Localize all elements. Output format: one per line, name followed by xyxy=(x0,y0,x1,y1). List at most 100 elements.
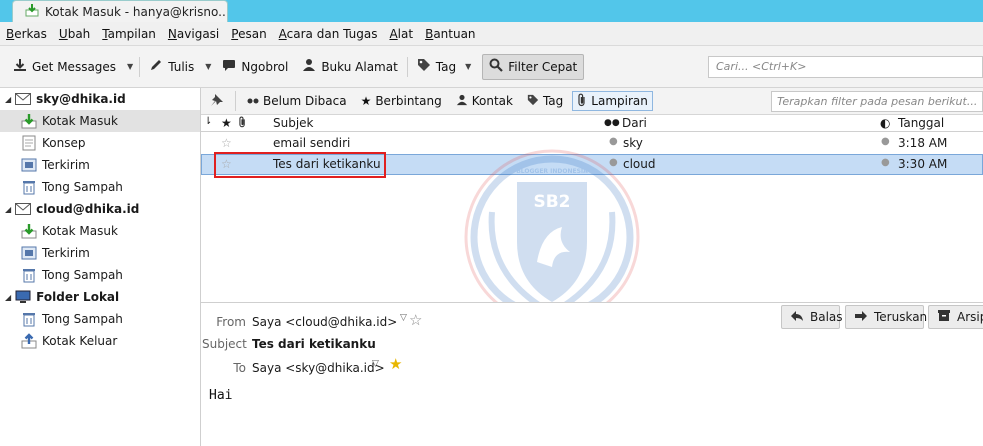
menu-message[interactable]: Pesan xyxy=(231,27,266,41)
thread-column-icon[interactable]: ⇂ xyxy=(204,116,212,127)
trash-icon xyxy=(21,267,37,283)
date-sort-icon[interactable]: ◐ xyxy=(880,116,890,130)
row-date: 3:18 AM xyxy=(898,136,948,150)
account-sky[interactable]: ◢ sky@dhika.id xyxy=(0,88,200,110)
subject-value: Tes dari ketikanku xyxy=(252,337,376,351)
attachment-filter-button[interactable]: Lampiran xyxy=(572,91,653,111)
tag-label: Tag xyxy=(435,59,457,74)
unread-filter-button[interactable]: Belum Dibaca xyxy=(242,91,352,111)
folder-drafts[interactable]: Konsep xyxy=(0,132,200,154)
attachment-column-icon[interactable] xyxy=(238,116,247,131)
star-column-icon[interactable]: ★ xyxy=(221,116,232,130)
quick-filter-input[interactable]: Terapkan filter pada pesan berikut... <C xyxy=(771,91,983,112)
from-value[interactable]: Saya <cloud@dhika.id> xyxy=(252,315,397,329)
filter-divider xyxy=(235,91,236,111)
draft-icon xyxy=(21,135,37,151)
star-filled-icon[interactable]: ★ xyxy=(389,355,402,373)
menu-tools[interactable]: Alat xyxy=(389,27,413,41)
folder-sent[interactable]: Terkirim xyxy=(0,154,200,176)
menu-go[interactable]: Navigasi xyxy=(168,27,219,41)
read-dot-icon[interactable]: ● xyxy=(609,136,618,147)
address-book-button[interactable]: Buku Alamat xyxy=(295,54,404,80)
folder-trash[interactable]: Tong Sampah xyxy=(0,176,200,198)
reply-label: Balas xyxy=(810,310,843,324)
collapse-icon[interactable]: ◢ xyxy=(5,205,11,214)
quick-filter-button[interactable]: Filter Cepat xyxy=(482,53,585,80)
sent-icon xyxy=(21,157,37,173)
folder-inbox[interactable]: Kotak Masuk xyxy=(0,110,200,132)
tab-inbox[interactable]: Kotak Masuk - hanya@krisno.... xyxy=(12,0,228,22)
person-icon xyxy=(302,58,316,75)
menu-file[interactable]: Berkas xyxy=(6,27,47,41)
column-date[interactable]: Tanggal xyxy=(898,116,944,130)
collapse-icon[interactable]: ◢ xyxy=(5,293,11,302)
folder-trash[interactable]: Tong Sampah xyxy=(0,308,200,330)
star-outline-icon[interactable]: ☆ xyxy=(409,311,422,329)
menu-view[interactable]: Tampilan xyxy=(102,27,156,41)
folder-pane: ◢ sky@dhika.id Kotak Masuk Konsep Terkir… xyxy=(0,88,201,446)
write-dropdown-icon[interactable]: ▼ xyxy=(201,62,215,71)
contact-label: Kontak xyxy=(471,94,513,108)
chat-bubble-icon xyxy=(222,58,236,75)
folder-outbox[interactable]: Kotak Keluar xyxy=(0,330,200,352)
subject-label: Subject xyxy=(202,337,247,351)
to-value[interactable]: Saya <sky@dhika.id> xyxy=(252,361,385,375)
row-from: cloud xyxy=(623,157,656,171)
read-status-column-icon[interactable]: ●● xyxy=(604,118,620,128)
message-header: From Saya <cloud@dhika.id> ▽ ☆ Subject T… xyxy=(201,303,983,378)
folder-label: Tong Sampah xyxy=(42,312,123,326)
contact-filter-button[interactable]: Kontak xyxy=(451,91,518,111)
account-local-folders[interactable]: ◢ Folder Lokal xyxy=(0,286,200,308)
folder-label: Kotak Masuk xyxy=(42,224,118,238)
download-icon xyxy=(13,58,27,75)
tag-icon xyxy=(527,94,539,109)
chat-button[interactable]: Ngobrol xyxy=(215,54,295,80)
quick-filter-label: Filter Cepat xyxy=(508,59,578,74)
message-body: Hai xyxy=(201,378,983,446)
person-icon xyxy=(456,94,468,109)
chat-label: Ngobrol xyxy=(241,59,289,74)
archive-label: Arsip xyxy=(957,310,983,324)
archive-button[interactable]: Arsip xyxy=(928,305,983,329)
tab-title: Kotak Masuk - hanya@krisno.... xyxy=(45,4,227,19)
get-messages-dropdown-icon[interactable]: ▼ xyxy=(123,62,137,71)
filter-icon xyxy=(489,58,504,75)
row-from: sky xyxy=(623,136,643,150)
column-subject[interactable]: Subjek xyxy=(273,116,314,130)
tag-button[interactable]: Tag ▼ xyxy=(410,54,482,80)
menu-help[interactable]: Bantuan xyxy=(425,27,475,41)
folder-inbox[interactable]: Kotak Masuk xyxy=(0,220,200,242)
attachment-label: Lampiran xyxy=(591,94,648,108)
pencil-icon xyxy=(149,58,163,75)
search-input[interactable]: Cari... <Ctrl+K> xyxy=(708,56,983,78)
folder-sent[interactable]: Terkirim xyxy=(0,242,200,264)
unread-dots-icon xyxy=(247,94,259,108)
starred-filter-button[interactable]: ★ Berbintang xyxy=(356,91,447,111)
write-button[interactable]: Tulis xyxy=(142,54,201,80)
folder-label: Kotak Keluar xyxy=(42,334,118,348)
address-book-label: Buku Alamat xyxy=(321,59,398,74)
starred-label: Berbintang xyxy=(375,94,442,108)
thread-header: ⇂ ★ Subjek ●● Dari ◐ Tanggal xyxy=(201,115,983,132)
account-cloud[interactable]: ◢ cloud@dhika.id xyxy=(0,198,200,220)
menu-edit[interactable]: Ubah xyxy=(59,27,90,41)
folder-label: Tong Sampah xyxy=(42,180,123,194)
menu-events-tasks[interactable]: Acara dan Tugas xyxy=(279,27,378,41)
get-messages-button[interactable]: Get Messages xyxy=(6,54,123,80)
tag-filter-button[interactable]: Tag xyxy=(522,91,568,111)
reply-button[interactable]: Balas xyxy=(781,305,843,329)
computer-icon xyxy=(15,289,31,305)
folder-trash[interactable]: Tong Sampah xyxy=(0,264,200,286)
trash-icon xyxy=(21,311,37,327)
star-outline-icon[interactable]: ☆ xyxy=(221,136,232,150)
tab-strip: Kotak Masuk - hanya@krisno.... xyxy=(0,0,983,22)
table-row[interactable]: ☆ email sendiri ● sky ● 3:18 AM xyxy=(201,133,983,154)
folder-label: Konsep xyxy=(42,136,86,150)
collapse-icon[interactable]: ◢ xyxy=(5,95,11,104)
forward-button[interactable]: Teruskan xyxy=(845,305,927,329)
sticky-filter-button[interactable] xyxy=(205,91,229,111)
read-dot-icon[interactable]: ● xyxy=(609,157,618,168)
column-from[interactable]: Dari xyxy=(622,116,647,130)
from-dropdown-icon[interactable]: ▽ xyxy=(400,313,407,323)
to-dropdown-icon[interactable]: ▽ xyxy=(372,359,379,369)
